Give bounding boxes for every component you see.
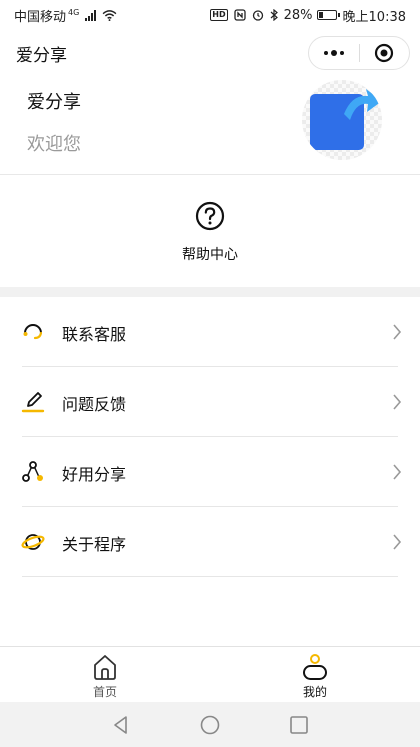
close-button[interactable]: [360, 37, 410, 69]
chevron-right-icon: [393, 534, 402, 550]
battery-group: 28%: [283, 7, 340, 23]
help-center[interactable]: 帮助中心: [0, 175, 420, 287]
avatar-share-icon: [302, 80, 382, 160]
signal-icon: [85, 9, 97, 21]
profile-name: 爱分享: [27, 92, 81, 113]
menu-label: 联系客服: [62, 325, 127, 344]
status-bar: 中国移动 4G HD 28% 晚上10:38: [0, 0, 420, 30]
tab-home[interactable]: 首页: [0, 647, 210, 702]
menu-label: 问题反馈: [62, 395, 127, 414]
chevron-right-icon: [393, 394, 402, 410]
planet-icon: [21, 534, 45, 550]
tab-label: 我的: [302, 685, 327, 699]
bluetooth-icon: [270, 9, 278, 21]
share-nodes-icon: [22, 461, 43, 482]
more-dots-icon: [323, 50, 344, 56]
profile-header: 爱分享 欢迎您: [0, 76, 420, 174]
menu-label: 好用分享: [62, 465, 127, 484]
avatar[interactable]: [302, 80, 382, 160]
welcome-text: 欢迎您: [27, 134, 81, 155]
tab-mine[interactable]: 我的: [210, 647, 420, 702]
page-title: 爱分享: [16, 45, 67, 66]
carrier-name: 中国移动: [14, 9, 67, 25]
chevron-right-icon: [393, 464, 402, 480]
menu-item-feedback[interactable]: 问题反馈: [0, 367, 420, 437]
battery-icon: [316, 10, 340, 20]
home-icon: [94, 655, 116, 680]
wifi-icon: [102, 9, 117, 21]
chevron-right-icon: [393, 324, 402, 340]
hd-icon: HD: [210, 9, 228, 21]
clock: 晚上10:38: [342, 9, 406, 25]
status-left: 中国移动 4G: [14, 6, 117, 25]
battery-percent: 28%: [283, 7, 313, 23]
recents-icon[interactable]: [288, 714, 310, 736]
tab-label: 首页: [92, 685, 117, 699]
question-circle-icon: [195, 201, 225, 231]
status-right: HD 28% 晚上10:38: [210, 6, 406, 25]
back-icon[interactable]: [110, 714, 132, 736]
section-gap: [0, 287, 420, 297]
pencil-icon: [21, 392, 45, 413]
menu-item-about[interactable]: 关于程序: [0, 507, 420, 577]
menu-list: 联系客服 问题反馈 好用分享 关于程序: [0, 297, 420, 577]
alarm-icon: [252, 10, 263, 21]
user-icon: [303, 654, 327, 680]
nfc-icon: [233, 9, 246, 21]
help-center-label: 帮助中心: [182, 247, 238, 263]
mini-program-capsule: [308, 36, 410, 70]
system-nav-bar: [0, 702, 420, 747]
home-circle-icon[interactable]: [199, 714, 221, 736]
headset-icon: [23, 324, 43, 340]
more-button[interactable]: [309, 37, 359, 69]
menu-item-share[interactable]: 好用分享: [0, 437, 420, 507]
tab-bar: 首页 我的: [0, 646, 420, 702]
target-close-icon: [375, 43, 394, 63]
nav-bar: 爱分享: [0, 30, 420, 76]
menu-label: 关于程序: [62, 535, 127, 554]
menu-item-contact-support[interactable]: 联系客服: [0, 297, 420, 367]
network-type: 4G: [68, 7, 80, 17]
